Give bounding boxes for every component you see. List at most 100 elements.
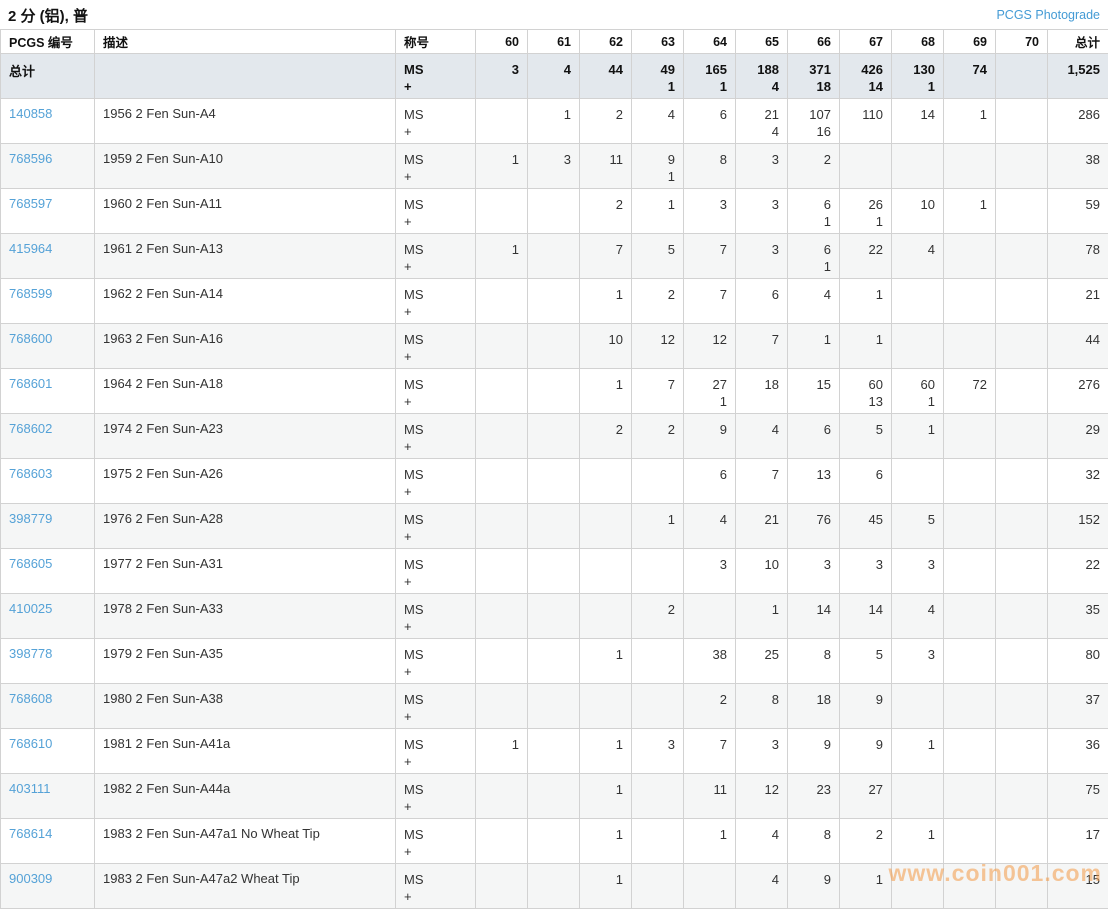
- grade-68-cell: 14: [892, 99, 944, 144]
- pcgs-number-link[interactable]: 768596: [9, 151, 52, 166]
- grade-count: 15: [796, 376, 831, 393]
- pcgs-number-link[interactable]: 415964: [9, 241, 52, 256]
- grade-65-cell: 3: [736, 189, 788, 234]
- pcgs-number-link[interactable]: 768608: [9, 691, 52, 706]
- grade-62-cell: [580, 504, 632, 549]
- grade-plus-count: [640, 573, 675, 590]
- grade-67-cell: 14: [840, 594, 892, 639]
- designation-ms: MS: [404, 646, 467, 663]
- header-pcgs-number: PCGS 编号: [1, 30, 95, 54]
- pcgs-number-link[interactable]: 768601: [9, 376, 52, 391]
- pcgs-number-link[interactable]: 410025: [9, 601, 52, 616]
- grade-count: 27: [848, 781, 883, 798]
- description-cell: 1979 2 Fen Sun-A35: [95, 639, 396, 684]
- grade-plus-count: [744, 213, 779, 230]
- grade-count: 3: [744, 241, 779, 258]
- row-total-value: 37: [1056, 691, 1100, 708]
- grade-count: 2: [848, 826, 883, 843]
- grade-plus-count: 1: [640, 78, 675, 95]
- grade-67-cell: 5: [840, 639, 892, 684]
- grade-count: 3: [900, 556, 935, 573]
- designation-plus: +: [404, 663, 467, 680]
- pcgs-number-link[interactable]: 403111: [9, 781, 50, 796]
- row-total-cell: 29: [1048, 414, 1108, 459]
- grade-count: [1004, 871, 1039, 888]
- grade-plus-count: [536, 258, 571, 275]
- grade-65-cell: 6: [736, 279, 788, 324]
- grade-count: 1: [796, 331, 831, 348]
- grade-plus-count: [536, 123, 571, 140]
- grade-plus-count: [536, 798, 571, 815]
- grade-plus-count: [484, 888, 519, 905]
- grade-60-cell: [476, 639, 528, 684]
- grade-plus-count: [744, 618, 779, 635]
- pcgs-number-link[interactable]: 768600: [9, 331, 52, 346]
- total-row-description-cell: [95, 54, 396, 99]
- designation-cell: MS+: [396, 684, 476, 729]
- total-grade-70-cell: [996, 54, 1048, 99]
- grade-plus-count: [692, 258, 727, 275]
- grade-count: [900, 466, 935, 483]
- grade-count: 1: [900, 826, 935, 843]
- pcgs-number-cell: 768610: [1, 729, 95, 774]
- grade-61-cell: [528, 279, 580, 324]
- grade-plus-count: [1004, 438, 1039, 455]
- pcgs-number-link[interactable]: 900309: [9, 871, 52, 886]
- grade-plus-count: 4: [744, 78, 779, 95]
- grade-count: 60: [900, 376, 935, 393]
- grade-plus-count: [484, 393, 519, 410]
- grade-61-cell: [528, 684, 580, 729]
- grade-69-cell: [944, 864, 996, 909]
- grade-65-cell: 3: [736, 144, 788, 189]
- designation-cell: MS+: [396, 144, 476, 189]
- pcgs-number-link[interactable]: 768602: [9, 421, 52, 436]
- grade-count: 4: [900, 601, 935, 618]
- grade-plus-count: [692, 483, 727, 500]
- pcgs-number-link[interactable]: 398779: [9, 511, 52, 526]
- grade-plus-count: [796, 798, 831, 815]
- pcgs-number-cell: 415964: [1, 234, 95, 279]
- grade-plus-count: [484, 843, 519, 860]
- pcgs-number-link[interactable]: 398778: [9, 646, 52, 661]
- grade-67-cell: 261: [840, 189, 892, 234]
- pcgs-number-link[interactable]: 768610: [9, 736, 52, 751]
- grade-count: 3: [796, 556, 831, 573]
- description-cell: 1961 2 Fen Sun-A13: [95, 234, 396, 279]
- grade-plus-count: [952, 708, 987, 725]
- pcgs-number-link[interactable]: 768599: [9, 286, 52, 301]
- pcgs-number-link[interactable]: 768603: [9, 466, 52, 481]
- grade-count: [484, 556, 519, 573]
- grade-plus-count: [536, 573, 571, 590]
- pcgs-number-link[interactable]: 768614: [9, 826, 52, 841]
- pcgs-photograde-link[interactable]: PCGS Photograde: [996, 8, 1100, 22]
- pcgs-number-link[interactable]: 140858: [9, 106, 52, 121]
- grade-count: [1004, 421, 1039, 438]
- grade-count: [484, 331, 519, 348]
- grade-plus-count: [640, 663, 675, 680]
- pcgs-number-cell: 768596: [1, 144, 95, 189]
- grade-62-cell: 1: [580, 279, 632, 324]
- grade-plus-count: [848, 438, 883, 455]
- grade-65-cell: 7: [736, 324, 788, 369]
- top-bar: 2 分 (铝), 普 PCGS Photograde: [0, 0, 1108, 29]
- grade-70-cell: [996, 819, 1048, 864]
- grade-count: 8: [796, 646, 831, 663]
- grade-count: 9: [796, 736, 831, 753]
- grade-plus-count: [1004, 618, 1039, 635]
- grade-66-cell: 8: [788, 639, 840, 684]
- grade-67-cell: 2: [840, 819, 892, 864]
- grade-plus-count: [952, 213, 987, 230]
- designation-cell: MS+: [396, 189, 476, 234]
- grade-65-cell: 7: [736, 459, 788, 504]
- grade-64-cell: [684, 864, 736, 909]
- grade-count: 4: [900, 241, 935, 258]
- header-grade-70: 70: [996, 30, 1048, 54]
- pcgs-number-link[interactable]: 768597: [9, 196, 52, 211]
- pcgs-number-link[interactable]: 768605: [9, 556, 52, 571]
- row-total-cell: 22: [1048, 549, 1108, 594]
- grade-63-cell: [632, 639, 684, 684]
- grade-64-cell: 3: [684, 189, 736, 234]
- grade-count: 8: [796, 826, 831, 843]
- grade-plus-count: [900, 798, 935, 815]
- grade-count: [536, 781, 571, 798]
